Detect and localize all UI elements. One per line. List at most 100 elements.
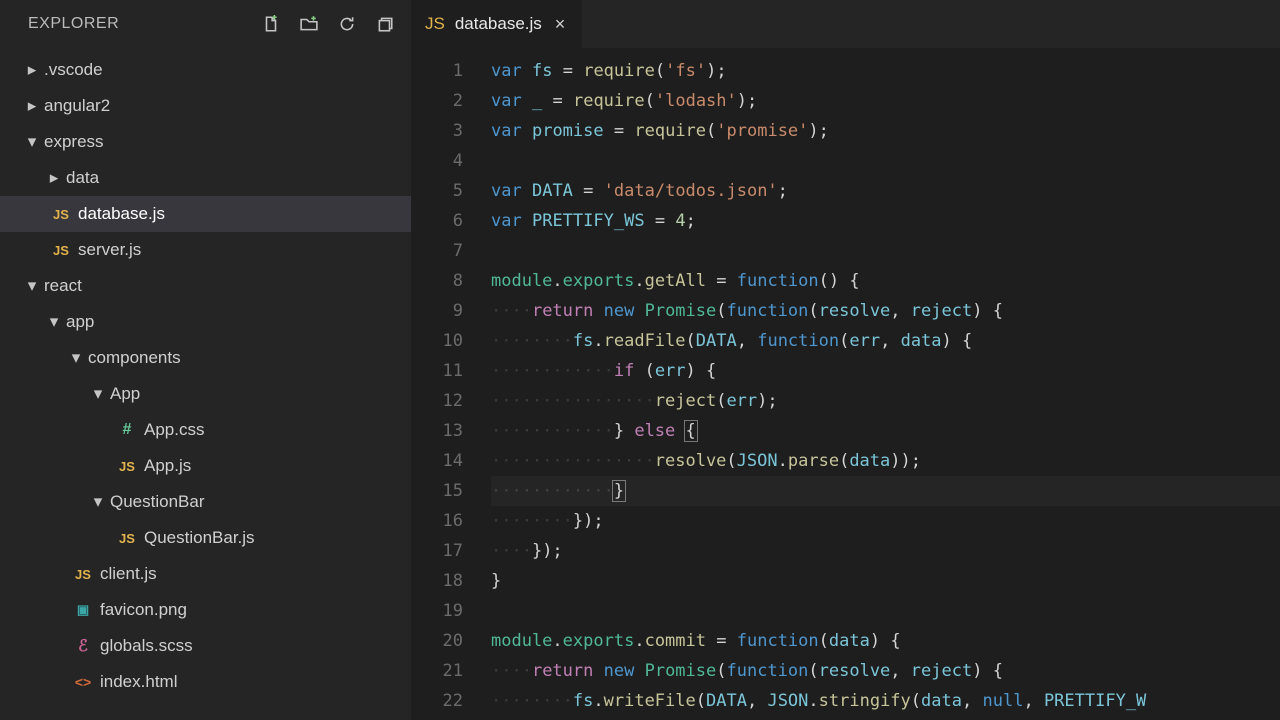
line-number: 16 bbox=[411, 506, 463, 536]
line-number: 21 bbox=[411, 656, 463, 686]
png-icon: ▣ bbox=[70, 602, 96, 618]
file-server.js[interactable]: JS server.js bbox=[0, 232, 411, 268]
chevron-down-icon: ▾ bbox=[26, 276, 38, 296]
tree-item-label: database.js bbox=[78, 204, 165, 224]
line-number: 18 bbox=[411, 566, 463, 596]
editor-tab-database[interactable]: JS database.js × bbox=[411, 0, 582, 48]
code-line: var _ = require('lodash'); bbox=[491, 86, 1280, 116]
file-index.html[interactable]: <>index.html bbox=[0, 664, 411, 700]
code-line: ········fs.writeFile(DATA, JSON.stringif… bbox=[491, 686, 1280, 716]
collapse-all-icon[interactable] bbox=[375, 14, 395, 34]
js-icon: JS bbox=[48, 207, 74, 222]
tree-item-label: app bbox=[66, 312, 94, 332]
code-line: ····return new Promise(function(resolve,… bbox=[491, 296, 1280, 326]
folder-QuestionBar[interactable]: ▾ QuestionBar bbox=[0, 484, 411, 520]
tree-item-label: App.css bbox=[144, 420, 204, 440]
file-favicon.png[interactable]: ▣favicon.png bbox=[0, 592, 411, 628]
tree-item-label: react bbox=[44, 276, 82, 296]
folder-components[interactable]: ▾ components bbox=[0, 340, 411, 376]
line-number: 14 bbox=[411, 446, 463, 476]
line-number: 19 bbox=[411, 596, 463, 626]
code-line: var PRETTIFY_WS = 4; bbox=[491, 206, 1280, 236]
chevron-down-icon: ▾ bbox=[48, 312, 60, 332]
code-line: ········}); bbox=[491, 506, 1280, 536]
close-icon[interactable]: × bbox=[552, 14, 569, 35]
tree-item-label: index.html bbox=[100, 672, 177, 692]
code-line bbox=[491, 146, 1280, 176]
line-number: 3 bbox=[411, 116, 463, 146]
code-area[interactable]: 12345678910111213141516171819202122 var … bbox=[411, 48, 1280, 720]
code-line: var DATA = 'data/todos.json'; bbox=[491, 176, 1280, 206]
line-number: 10 bbox=[411, 326, 463, 356]
line-number: 4 bbox=[411, 146, 463, 176]
line-number: 8 bbox=[411, 266, 463, 296]
line-number: 17 bbox=[411, 536, 463, 566]
folder-.vscode[interactable]: ▸ .vscode bbox=[0, 52, 411, 88]
line-number: 22 bbox=[411, 686, 463, 716]
tree-item-label: angular2 bbox=[44, 96, 110, 116]
folder-angular2[interactable]: ▸ angular2 bbox=[0, 88, 411, 124]
code-line: ····}); bbox=[491, 536, 1280, 566]
js-icon: JS bbox=[48, 243, 74, 258]
code-line: ············} else { bbox=[491, 416, 1280, 446]
new-file-icon[interactable] bbox=[261, 14, 281, 34]
explorer-header: EXPLORER bbox=[0, 0, 411, 48]
file-client.js[interactable]: JS client.js bbox=[0, 556, 411, 592]
code-line: module.exports.commit = function(data) { bbox=[491, 626, 1280, 656]
folder-app[interactable]: ▾ app bbox=[0, 304, 411, 340]
file-globals.scss[interactable]: ℰglobals.scss bbox=[0, 628, 411, 664]
line-number: 7 bbox=[411, 236, 463, 266]
folder-express[interactable]: ▾express bbox=[0, 124, 411, 160]
line-number: 13 bbox=[411, 416, 463, 446]
chevron-right-icon: ▸ bbox=[26, 60, 38, 80]
explorer-title: EXPLORER bbox=[28, 15, 261, 33]
scss-icon: ℰ bbox=[70, 636, 96, 656]
file-App.css[interactable]: #App.css bbox=[0, 412, 411, 448]
tree-item-label: App bbox=[110, 384, 140, 404]
file-database.js[interactable]: JS database.js bbox=[0, 196, 411, 232]
new-folder-icon[interactable] bbox=[299, 14, 319, 34]
js-icon: JS bbox=[425, 14, 445, 34]
chevron-down-icon: ▾ bbox=[92, 384, 104, 404]
file-App.js[interactable]: JSApp.js bbox=[0, 448, 411, 484]
line-number: 11 bbox=[411, 356, 463, 386]
code-line: ············} bbox=[491, 476, 1280, 506]
explorer-sidebar: EXPLORER ▸.vscode▸angular2▾express▸dataJ… bbox=[0, 0, 411, 720]
tree-item-label: globals.scss bbox=[100, 636, 193, 656]
tree-item-label: components bbox=[88, 348, 181, 368]
tree-item-label: data bbox=[66, 168, 99, 188]
tree-item-label: express bbox=[44, 132, 104, 152]
tree-item-label: favicon.png bbox=[100, 600, 187, 620]
folder-App[interactable]: ▾ App bbox=[0, 376, 411, 412]
js-icon: JS bbox=[114, 531, 140, 546]
html-icon: <> bbox=[70, 674, 96, 690]
refresh-icon[interactable] bbox=[337, 14, 357, 34]
js-icon: JS bbox=[70, 567, 96, 582]
line-number: 1 bbox=[411, 56, 463, 86]
tree-item-label: client.js bbox=[100, 564, 157, 584]
code-content[interactable]: var fs = require('fs');var _ = require('… bbox=[491, 48, 1280, 720]
tab-filename: database.js bbox=[455, 14, 542, 34]
tree-item-label: QuestionBar bbox=[110, 492, 205, 512]
line-number: 12 bbox=[411, 386, 463, 416]
code-line: ····return new Promise(function(resolve,… bbox=[491, 656, 1280, 686]
folder-data[interactable]: ▸ data bbox=[0, 160, 411, 196]
code-line: ········fs.readFile(DATA, function(err, … bbox=[491, 326, 1280, 356]
chevron-down-icon: ▾ bbox=[70, 348, 82, 368]
file-QuestionBar.js[interactable]: JS QuestionBar.js bbox=[0, 520, 411, 556]
folder-react[interactable]: ▾ react bbox=[0, 268, 411, 304]
chevron-down-icon: ▾ bbox=[92, 492, 104, 512]
tree-item-label: QuestionBar.js bbox=[144, 528, 255, 548]
chevron-right-icon: ▸ bbox=[48, 168, 60, 188]
file-tree: ▸.vscode▸angular2▾express▸dataJSdatabase… bbox=[0, 48, 411, 720]
editor-pane: JS database.js × 12345678910111213141516… bbox=[411, 0, 1280, 720]
line-number: 2 bbox=[411, 86, 463, 116]
code-line: var fs = require('fs'); bbox=[491, 56, 1280, 86]
chevron-right-icon: ▸ bbox=[26, 96, 38, 116]
line-number: 5 bbox=[411, 176, 463, 206]
line-number: 9 bbox=[411, 296, 463, 326]
tree-item-label: .vscode bbox=[44, 60, 103, 80]
explorer-actions bbox=[261, 14, 395, 34]
tree-item-label: server.js bbox=[78, 240, 141, 260]
hash-icon: # bbox=[114, 421, 140, 439]
